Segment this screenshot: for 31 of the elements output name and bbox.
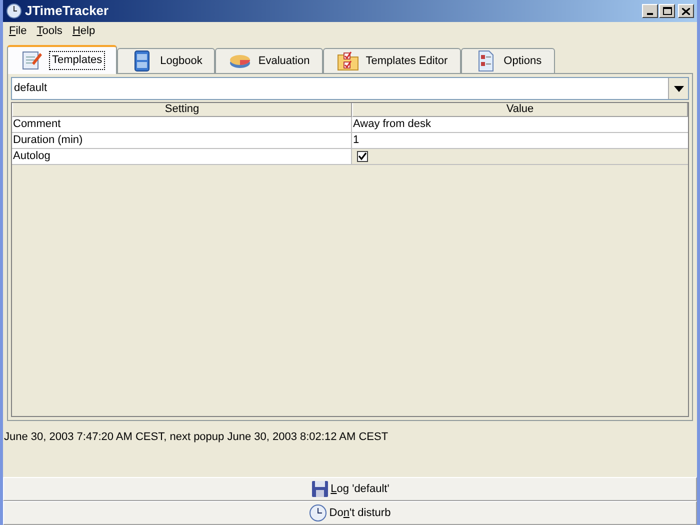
folder-checklist-icon (336, 49, 360, 73)
template-combo[interactable]: default (11, 77, 689, 100)
table-cell: Duration (min) (12, 133, 352, 149)
column-header[interactable]: Setting (12, 103, 352, 117)
tab[interactable]: Templates (7, 45, 118, 74)
table-cell: Comment (12, 117, 352, 133)
maximize-button[interactable] (659, 4, 675, 18)
status-text: June 30, 2003 7:47:20 AM CEST, next popup June 30, 2003 8:02:12 AM CEST (3, 431, 388, 443)
dropdown-button[interactable] (668, 78, 688, 99)
column-header[interactable]: Value (352, 103, 688, 117)
clock-icon (309, 504, 328, 522)
notepad-icon (20, 48, 44, 72)
button[interactable]: Don't disturb (3, 501, 697, 525)
table-cell: Autolog (12, 149, 352, 165)
table-cell: 1 (352, 133, 688, 149)
close-icon (682, 8, 690, 14)
clock-icon (6, 3, 22, 19)
tab[interactable]: Logbook (117, 48, 216, 74)
minimize-button[interactable] (642, 4, 658, 18)
tab[interactable]: Evaluation (215, 48, 323, 74)
table-cell: Away from desk (352, 117, 688, 133)
dropdown-arrow-icon (674, 86, 684, 92)
menu-item[interactable]: Tools (36, 22, 62, 40)
window-title: JTimeTracker (25, 2, 109, 20)
tab[interactable]: Options (460, 48, 555, 74)
close-button[interactable] (678, 4, 694, 18)
button[interactable]: Log 'default' (3, 477, 697, 501)
checkbox[interactable] (357, 151, 368, 162)
menu-item[interactable]: File (9, 22, 27, 40)
tab[interactable]: Templates Editor (322, 48, 461, 74)
menu-item[interactable]: Help (72, 22, 96, 40)
